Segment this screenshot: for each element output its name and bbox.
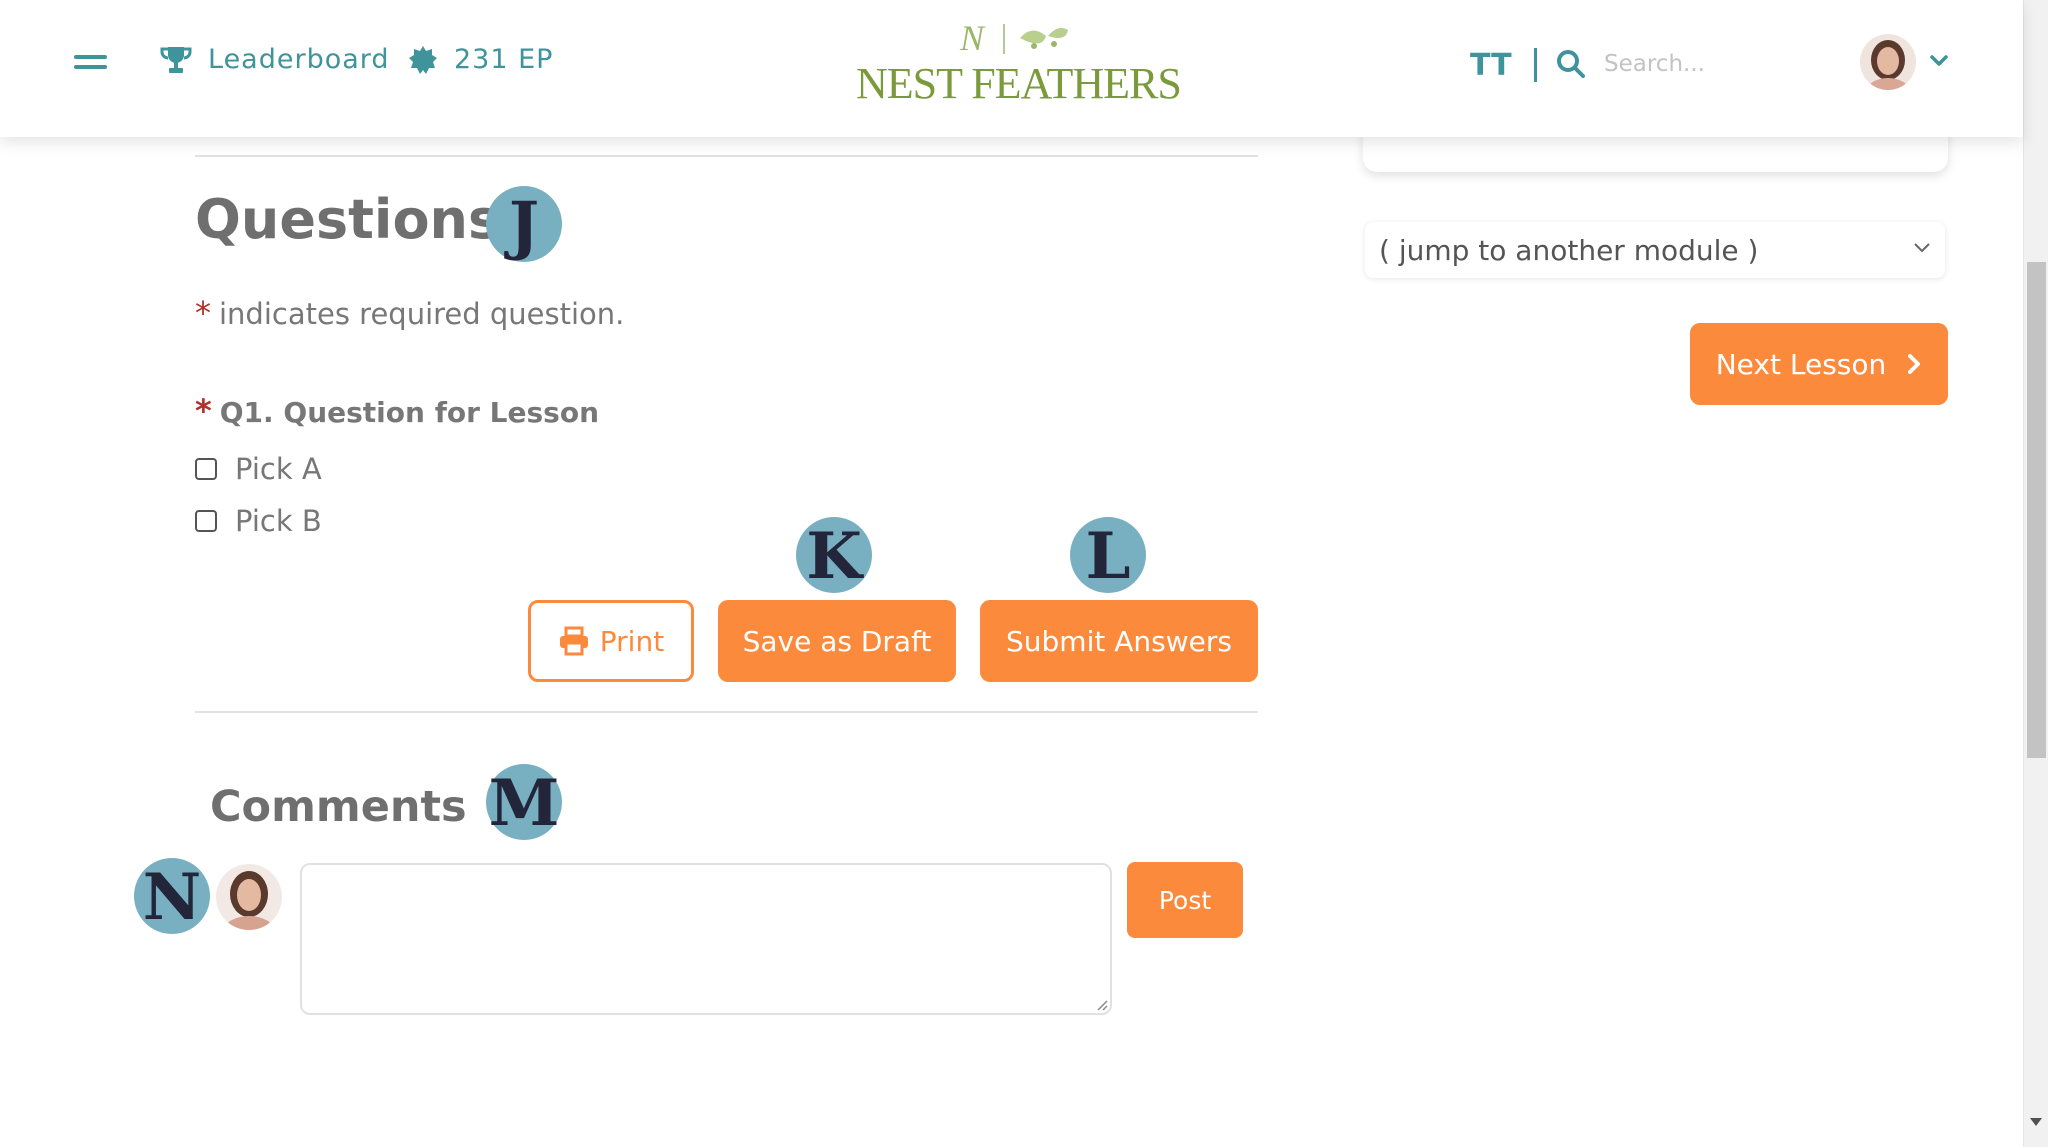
resize-grip-icon[interactable] bbox=[1096, 999, 1108, 1011]
page: Leaderboard 231 EP N NEST FEATHERS TT Se… bbox=[0, 0, 2048, 1147]
search-icon[interactable] bbox=[1556, 49, 1586, 79]
print-label: Print bbox=[599, 624, 665, 658]
text-size-icon[interactable]: TT bbox=[1470, 48, 1512, 83]
checkbox-pick-a[interactable] bbox=[195, 458, 217, 480]
comments-title: Comments bbox=[210, 782, 467, 832]
next-lesson-label: Next Lesson bbox=[1715, 347, 1887, 381]
question-1-text: Q1. Question for Lesson bbox=[219, 396, 600, 429]
module-select[interactable]: ( jump to another module ) bbox=[1365, 222, 1945, 278]
menu-icon[interactable] bbox=[74, 55, 107, 73]
scroll-down-arrow-icon[interactable] bbox=[2030, 1118, 2042, 1126]
logo-monogram: N bbox=[959, 18, 986, 58]
section-divider-top bbox=[195, 155, 1258, 157]
comment-textarea[interactable] bbox=[300, 863, 1112, 1015]
chevron-down-icon[interactable] bbox=[1930, 54, 1948, 68]
page-scrollbar[interactable] bbox=[2023, 0, 2048, 1147]
points-label: 231 EP bbox=[454, 44, 554, 75]
required-note-text: indicates required question. bbox=[219, 297, 625, 331]
submit-answers-button[interactable]: Submit Answers bbox=[980, 600, 1258, 682]
questions-title: Questions bbox=[195, 188, 501, 251]
leaderboard-link[interactable]: Leaderboard bbox=[160, 44, 390, 75]
user-avatar[interactable] bbox=[1860, 34, 1916, 90]
search-input[interactable] bbox=[1604, 44, 1804, 84]
annotation-badge-j: J bbox=[486, 186, 562, 263]
header-divider bbox=[1534, 48, 1537, 82]
print-button[interactable]: Print bbox=[528, 600, 694, 682]
scrollbar-thumb[interactable] bbox=[2027, 262, 2046, 758]
required-note: * indicates required question. bbox=[195, 294, 624, 332]
required-star: * bbox=[195, 294, 211, 332]
option-pick-a[interactable]: Pick A bbox=[195, 452, 322, 486]
top-header: Leaderboard 231 EP N NEST FEATHERS TT bbox=[0, 0, 2023, 137]
section-divider-bottom bbox=[195, 711, 1258, 713]
annotation-badge-k: K bbox=[796, 517, 872, 594]
option-label: Pick B bbox=[235, 504, 322, 538]
option-label: Pick A bbox=[235, 452, 322, 486]
badge-star-icon bbox=[409, 45, 437, 74]
commenter-avatar bbox=[216, 864, 282, 930]
logo-text: NEST FEATHERS bbox=[856, 59, 1182, 108]
printer-icon bbox=[559, 626, 588, 656]
annotation-badge-l: L bbox=[1070, 517, 1146, 594]
module-select-value: ( jump to another module ) bbox=[1379, 233, 1759, 267]
save-draft-button[interactable]: Save as Draft bbox=[718, 600, 956, 682]
post-comment-button[interactable]: Post bbox=[1127, 862, 1243, 938]
checkbox-pick-b[interactable] bbox=[195, 510, 217, 532]
annotation-badge-n: N bbox=[134, 858, 210, 935]
chevron-right-icon bbox=[1908, 354, 1921, 374]
nest-feathers-logo[interactable]: N NEST FEATHERS bbox=[852, 16, 1182, 108]
annotation-badge-m: M bbox=[486, 764, 562, 841]
chevron-down-icon bbox=[1914, 243, 1930, 253]
option-pick-b[interactable]: Pick B bbox=[195, 504, 322, 538]
leaderboard-label: Leaderboard bbox=[208, 44, 390, 75]
trophy-icon bbox=[160, 46, 192, 73]
points-display[interactable]: 231 EP bbox=[408, 44, 553, 75]
question-1-label: * Q1. Question for Lesson bbox=[195, 392, 599, 430]
next-lesson-button[interactable]: Next Lesson bbox=[1690, 323, 1948, 405]
required-star: * bbox=[195, 392, 212, 430]
